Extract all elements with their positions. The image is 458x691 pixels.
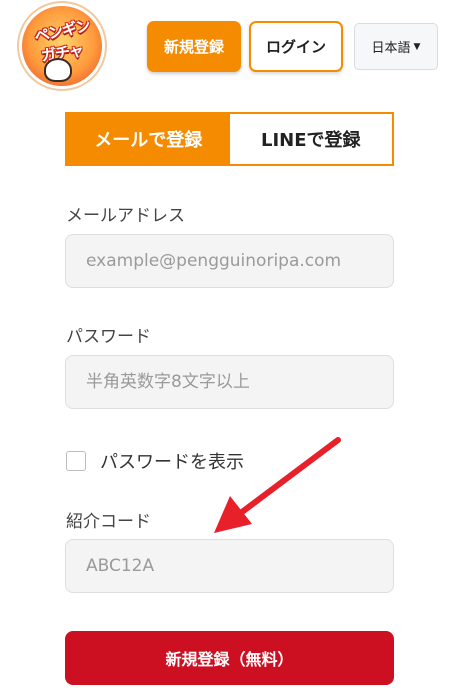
referral-code-label: 紹介コード <box>66 512 151 532</box>
tab-email-signup[interactable]: メールで登録 <box>67 114 230 164</box>
password-label: パスワード <box>66 327 151 347</box>
tab-line-signup[interactable]: LINEで登録 <box>229 114 392 164</box>
header-login-button[interactable]: ログイン <box>249 21 343 72</box>
header-signup-button[interactable]: 新規登録 <box>147 21 241 72</box>
penguin-mascot-icon <box>44 58 72 82</box>
show-password-checkbox[interactable] <box>66 451 86 471</box>
site-logo[interactable]: ペンギン ガチャ <box>22 6 102 86</box>
referral-code-field[interactable] <box>65 539 394 593</box>
password-field[interactable] <box>65 355 394 409</box>
email-field[interactable] <box>65 234 394 288</box>
email-label: メールアドレス <box>66 206 185 226</box>
caret-down-icon: ▼ <box>413 41 421 52</box>
submit-signup-button[interactable]: 新規登録（無料） <box>65 631 394 685</box>
language-label: 日本語 <box>371 41 411 56</box>
signup-method-tabs: メールで登録 LINEで登録 <box>65 112 394 166</box>
annotation-arrow-icon <box>214 437 341 533</box>
language-select[interactable]: 日本語 ▼ <box>354 23 438 70</box>
header: ペンギン ガチャ 新規登録 ログイン 日本語 ▼ <box>0 0 458 92</box>
